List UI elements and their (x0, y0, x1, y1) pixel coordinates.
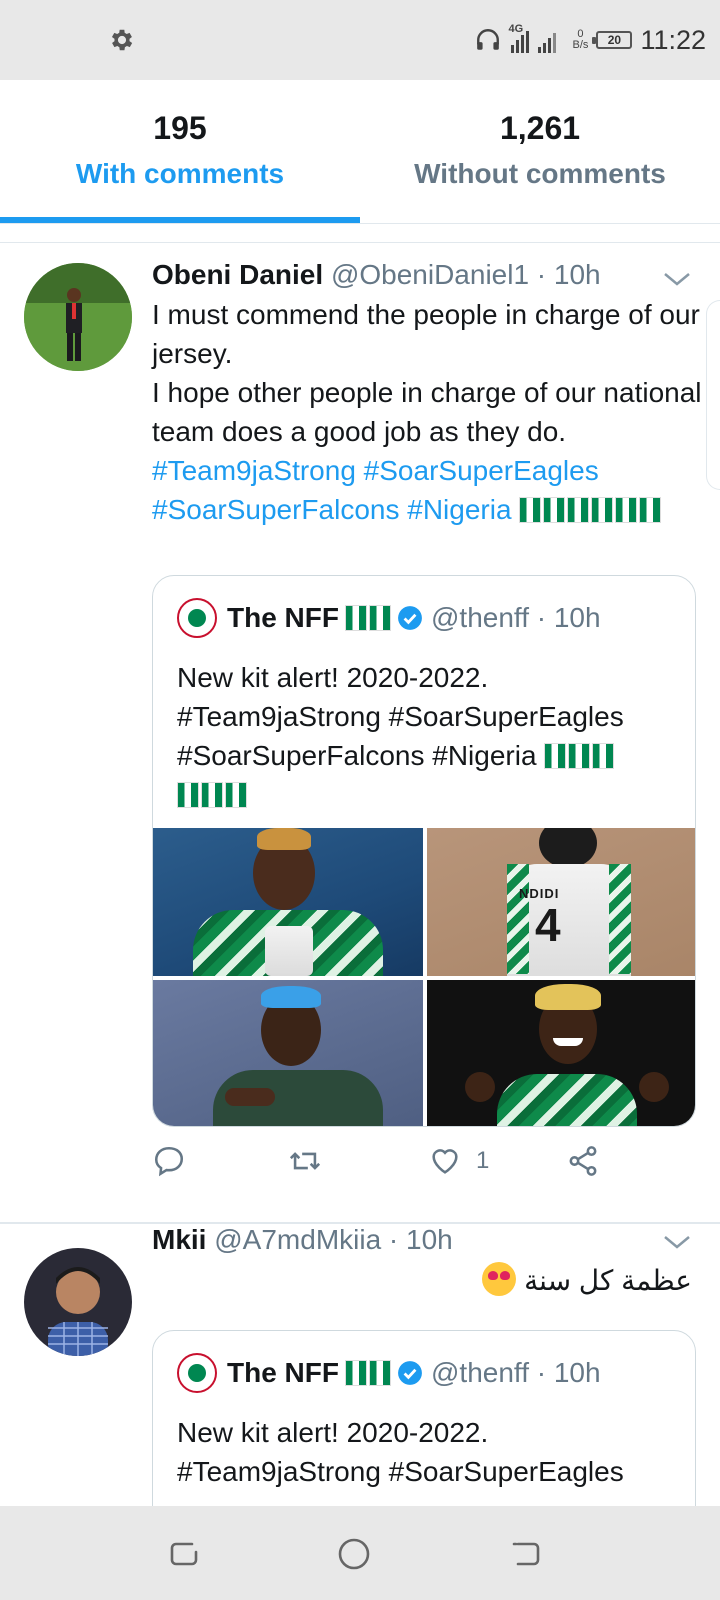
system-nav-bar (0, 1506, 720, 1600)
author-name[interactable]: Obeni Daniel (152, 259, 323, 290)
hashtags[interactable]: #SoarSuperFalcons #Nigeria (152, 494, 512, 525)
hashtags-row: #SoarSuperFalcons #Nigeria (152, 490, 702, 529)
back-icon[interactable] (508, 1536, 544, 1572)
nigeria-flag-icon (519, 494, 663, 525)
author-handle[interactable]: @A7mdMkiia · 10h (214, 1224, 453, 1255)
media-photo[interactable] (153, 980, 423, 1126)
tab-label: Without comments (414, 158, 666, 189)
gear-icon[interactable] (108, 26, 136, 54)
verified-badge-icon (398, 1361, 422, 1385)
tweet-line: عظمة كل سنة (524, 1265, 692, 1296)
author-name[interactable]: Mkii (152, 1224, 206, 1255)
quote-hashtags-row: #SoarSuperFalcons #Nigeria (177, 736, 677, 775)
retweet-button[interactable] (288, 1141, 336, 1181)
tweet[interactable]: Obeni Daniel @ObeniDaniel1 · 10h I must … (0, 243, 720, 1199)
media-photo[interactable]: NDIDI 4 (427, 828, 695, 976)
share-icon (569, 1146, 597, 1176)
reply-button[interactable] (152, 1141, 200, 1181)
data-rate: 0 B/s (573, 29, 589, 51)
signal-icon: 4G (509, 23, 565, 55)
avatar[interactable] (24, 263, 132, 371)
side-panel-edge (706, 300, 720, 490)
data-rate-unit: B/s (572, 39, 589, 51)
nigeria-flag-icon (177, 775, 677, 814)
quote-line: New kit alert! 2020-2022. (177, 662, 489, 693)
chevron-down-icon[interactable] (662, 1232, 692, 1252)
quote-header: The NFF @thenff · 10h (177, 1353, 601, 1393)
quote-hashtags: #SoarSuperFalcons #Nigeria (177, 740, 537, 771)
like-button[interactable]: 1 (428, 1141, 489, 1181)
nff-logo-icon (177, 598, 217, 638)
quote-header: The NFF @thenff · 10h (177, 598, 601, 638)
quote-line: New kit alert! 2020-2022. (177, 1417, 489, 1448)
tweet-text: I must commend the people in charge of o… (152, 295, 702, 529)
tab-count: 1,261 (499, 110, 581, 146)
tweet-text: عظمة كل سنة (476, 1262, 692, 1297)
tab-count: 195 (153, 110, 207, 146)
battery-icon: 20 (592, 31, 633, 49)
recent-apps-icon[interactable] (166, 1536, 202, 1572)
tweet-actions: 1 (152, 1141, 692, 1181)
heart-eyes-emoji-icon (482, 1262, 517, 1296)
media-grid: NDIDI 4 (153, 828, 695, 1126)
quote-tabs: 195 With comments 1,261 Without comments (0, 80, 720, 224)
media-photo[interactable] (153, 828, 423, 976)
retweet-icon (289, 1152, 321, 1170)
media-photo[interactable] (427, 980, 695, 1126)
quote-text: New kit alert! 2020-2022. #Team9jaStrong… (177, 1413, 677, 1491)
quote-hashtags: #Team9jaStrong #SoarSuperEagles (177, 1456, 624, 1487)
status-bar: 4G 0 B/s 20 11:22 (0, 0, 720, 80)
quoted-tweet[interactable]: The NFF @thenff · 10h New kit alert! 202… (152, 1330, 696, 1506)
chevron-down-icon[interactable] (662, 269, 692, 289)
quote-text: New kit alert! 2020-2022. #Team9jaStrong… (177, 658, 677, 814)
tweet-header: Mkii @A7mdMkiia · 10h (152, 1224, 690, 1256)
clock: 11:22 (640, 24, 706, 55)
quoted-tweet[interactable]: The NFF @thenff · 10h New kit alert! 202… (152, 575, 696, 1127)
like-count: 1 (476, 1147, 490, 1174)
quote-author-name: The NFF (227, 1357, 339, 1388)
hashtags[interactable]: #Team9jaStrong #SoarSuperEagles (152, 451, 702, 490)
author-handle[interactable]: @ObeniDaniel1 · 10h (331, 259, 601, 290)
avatar[interactable] (24, 1248, 132, 1356)
home-icon[interactable] (336, 1536, 372, 1572)
quote-hashtags: #Team9jaStrong #SoarSuperEagles (177, 701, 624, 732)
tweet-line: I must commend the people in charge of o… (152, 299, 700, 369)
nigeria-flag-icon (345, 602, 393, 634)
quote-author-handle: @thenff · 10h (431, 1357, 601, 1388)
heart-icon (432, 1149, 458, 1174)
nigeria-flag-icon (345, 1357, 393, 1389)
nff-logo-icon (177, 1353, 217, 1393)
active-tab-indicator (0, 217, 360, 223)
tweet-line: I hope other people in charge of our nat… (152, 377, 702, 447)
verified-badge-icon (398, 606, 422, 630)
quote-author-name: The NFF (227, 602, 339, 633)
battery-level: 20 (607, 33, 622, 47)
tab-without-comments[interactable]: 1,261 Without comments (360, 80, 720, 220)
jersey-number: 4 (535, 899, 561, 951)
reply-icon (154, 1146, 184, 1177)
headphones-icon (476, 29, 499, 50)
nigeria-flag-icon (544, 740, 616, 771)
tweet-header: Obeni Daniel @ObeniDaniel1 · 10h (152, 259, 690, 291)
quote-author-handle: @thenff · 10h (431, 602, 601, 633)
tweet[interactable]: Mkii @A7mdMkiia · 10h عظمة كل سنة The NF… (0, 1224, 720, 1506)
tab-label: With comments (75, 158, 285, 189)
tab-with-comments[interactable]: 195 With comments (0, 80, 360, 220)
share-button[interactable] (566, 1141, 614, 1181)
